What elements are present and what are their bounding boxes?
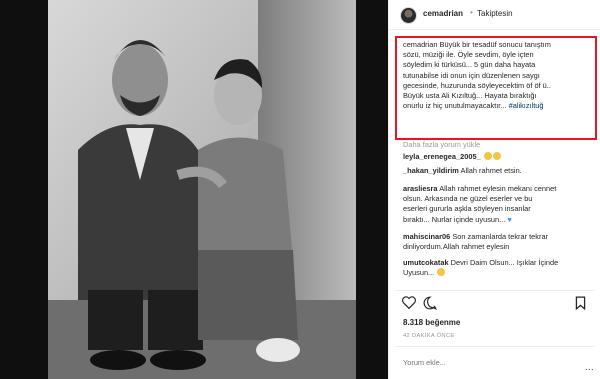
comment-text: Son zamanlarda tekrar tekrar <box>452 232 549 241</box>
comment-item: leyla_erenegea_2005_ <box>403 152 593 162</box>
comment-icon[interactable] <box>423 296 437 310</box>
post-header: cemadrian • Takiptesin <box>389 0 600 30</box>
heart-icon[interactable] <box>402 296 416 309</box>
comment-item: umutcokatak Devri Daim Olsun... Işıklar … <box>403 258 593 278</box>
post-date[interactable]: 42 DAKİKA ÖNCE <box>403 333 455 339</box>
post-username[interactable]: cemadrian <box>423 9 463 18</box>
comment-text: eserleri gururla aşkla söyleyen insanlar <box>403 204 531 214</box>
blue-heart-icon: ♥ <box>507 214 512 224</box>
caption-line: söyledim ki türküsü... 5 gün daha hayata <box>403 60 536 70</box>
post-caption: cemadrian Büyük bir tesadüf sonucu tanış… <box>403 40 591 111</box>
post-photo[interactable] <box>0 0 388 379</box>
comment-item: arasliesra Allah rahmet eylesin mekanı c… <box>403 184 593 225</box>
comment-item: _hakan_yildirim Allah rahmet etsin. <box>403 166 593 176</box>
comment-text: bıraktı... Nurlar içinde uyusun... <box>403 214 506 224</box>
comment-text: olsun. Arkasında ne güzel eserler ve bu <box>403 194 533 204</box>
caption-line: Büyük usta Ali Kızıltuğ... Hayata bırakt… <box>403 91 537 101</box>
smile-emoji-icon <box>437 268 446 277</box>
comment-username[interactable]: leyla_erenegea_2005_ <box>403 152 481 161</box>
comment-item: mahiscinar06 Son zamanlarda tekrar tekra… <box>403 232 593 252</box>
more-options-icon[interactable]: ... <box>585 362 594 372</box>
post-side-panel: cemadrian • Takiptesin cemadrian Büyük b… <box>388 0 600 379</box>
comment-username[interactable]: umutcokatak <box>403 258 449 267</box>
caption-line-text: onurlu iz hiç unutulmayacaktır... <box>403 101 507 111</box>
sad-emoji-icon <box>492 152 501 160</box>
hashtag-link[interactable]: #alikızıltuğ <box>509 101 544 110</box>
comment-username[interactable]: _hakan_yildirim <box>403 166 459 175</box>
photo-letterbox-right <box>356 0 388 379</box>
comment-text: dinliyordum.Allah rahmet eylesin <box>403 242 510 252</box>
caption-line: cemadrian Büyük bir tesadüf sonucu tanış… <box>403 40 551 49</box>
load-more-comments-link[interactable]: Daha fazla yorum yükle <box>403 140 480 149</box>
comment-username[interactable]: mahiscinar06 <box>403 232 450 241</box>
comment-username[interactable]: arasliesra <box>403 184 438 193</box>
avatar[interactable] <box>400 7 417 24</box>
divider <box>395 290 595 291</box>
add-comment-input[interactable] <box>403 358 573 367</box>
comment-text: Allah rahmet etsin. <box>460 166 522 175</box>
comment-text: Devri Daim Olsun... Işıklar İçinde <box>450 258 559 267</box>
caption-line: sözü, müziği ile. Öyle sevdim, öyle içte… <box>403 50 534 60</box>
caption-line: gecesinde, huzurunda söyleyecektim öf öf… <box>403 80 551 90</box>
comment-text: Uyusun... <box>403 268 435 278</box>
photo-letterbox-left <box>0 0 48 379</box>
sad-emoji-icon <box>483 152 492 160</box>
divider <box>395 346 595 347</box>
header-separator: • <box>470 8 473 17</box>
caption-line: tutunabilse idi onun için düzenlenen say… <box>403 70 540 80</box>
comment-text: Allah rahmet eylesin mekanı cennet <box>439 184 557 193</box>
follow-status-button[interactable]: Takiptesin <box>477 9 513 18</box>
black-white-portrait-image <box>48 0 356 379</box>
caption-line: onurlu iz hiç unutulmayacaktır... #alikı… <box>403 101 591 111</box>
likes-count[interactable]: 8.318 beğenme <box>403 318 460 327</box>
bookmark-icon[interactable] <box>575 296 586 310</box>
